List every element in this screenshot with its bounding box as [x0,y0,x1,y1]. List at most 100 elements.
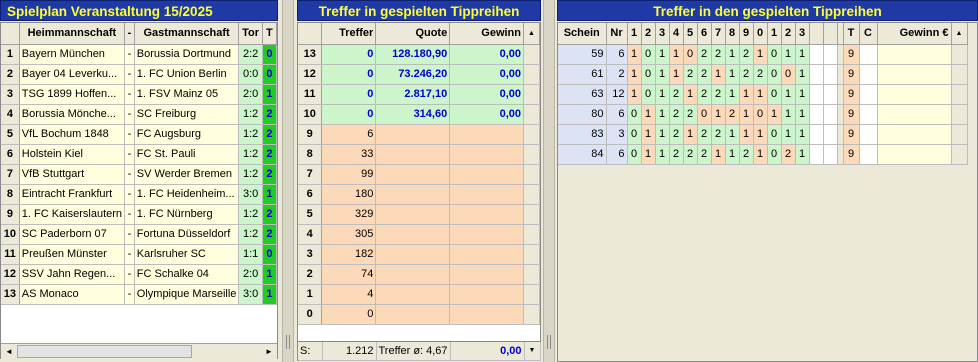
table-row[interactable]: 1 Bayern München - Borussia Dortmund 2:2 0 [1,44,277,65]
header-tip[interactable]: T [262,23,277,45]
table-row[interactable]: 80 6 0 1 1 2 2 0 1 2 1 0 1 1 1 9 [558,104,968,125]
scroll-up-icon[interactable]: ▲ [951,23,968,45]
table-row[interactable]: 7 99 [298,164,540,185]
vertical-scrollbar-track[interactable] [523,264,540,285]
header-nr[interactable]: Nr [606,23,628,45]
vertical-scrollbar-track[interactable] [523,84,540,105]
vertical-scrollbar-track[interactable] [523,64,540,85]
vertical-scrollbar-track[interactable] [523,184,540,205]
c-cell [859,104,878,125]
vertical-scrollbar-track[interactable] [523,284,540,305]
tip-cell: 0 [767,64,782,85]
table-row[interactable]: 3 182 [298,244,540,265]
table-row[interactable]: 6 Holstein Kiel - FC St. Pauli 1:2 2 [1,144,277,165]
home-team: 1. FC Kaiserslautern [19,204,126,225]
table-row[interactable]: 4 Borussia Mönche... - SC Freiburg 1:2 2 [1,104,277,125]
table-row[interactable]: 00 [298,304,540,325]
table-row[interactable]: 13 0 128.180,90 0,00 [298,44,540,65]
tip-cell: 1 [767,104,782,125]
total-hits: 9 [843,44,860,65]
vertical-scrollbar-track[interactable] [523,204,540,225]
scroll-up-icon[interactable]: ▲ [523,23,540,45]
table-row[interactable]: 3 TSG 1899 Hoffen... -1. FSV Mainz 05 2:0 1 [1,84,277,105]
table-row[interactable]: 8 33 [298,144,540,165]
gewinn-value [449,184,524,205]
scroll-left-icon[interactable]: ◄ [1,344,17,359]
table-row[interactable]: 10 SC Paderborn 07- Fortuna Düsseldorf 1:2 2 [1,224,277,245]
header-home[interactable]: Heimmannschaft [19,23,126,45]
table-row[interactable]: 5 VfL Bochum 1848- FC Augsburg 1:2 2 [1,124,277,145]
quote-value [375,124,451,145]
table-row[interactable]: 63 12 1 0 1 2 1 2 2 1 1 1 0 1 1 9 [558,84,968,105]
empty-cell [823,84,838,105]
table-row[interactable]: 13 AS Monaco - Olympique Marseille 3:0 1 [1,284,277,305]
table-row[interactable]: 7 VfB Stuttgart - SV Werder Bremen 1:2 2 [1,164,277,185]
table-row[interactable]: 2 74 [298,264,540,285]
spielplan-table: Heimmannschaft - Gastmannschaft Tor T 1B… [1,23,277,305]
away-team: 1. FC Nürnberg [134,204,240,225]
table-row[interactable]: 12 SSV Jahn Regen... - FC Schalke 04 2:0 1 [1,264,277,285]
quote-value: 73.246,20 [375,64,451,85]
vertical-scrollbar-track[interactable] [523,144,540,165]
tip-cell: 1 [753,124,768,145]
table-row[interactable]: 6 180 [298,184,540,205]
tip-cell: 1 [655,144,670,165]
table-row[interactable]: 14 [298,284,540,305]
table-row[interactable]: 59 6 1 0 1 1 0 2 2 1 2 1 0 1 1 9 [558,44,968,65]
quote-value [375,144,451,165]
table-row[interactable]: 9 1. FC Kaiserslautern -1. FC Nürnberg 1:2 2 [1,204,277,225]
rank-number: 6 [298,184,323,205]
table-row[interactable]: 2 Bayer 04 Leverku... -1. FC Union Berlin 0… [1,64,277,85]
vertical-scrollbar-track[interactable] [951,64,968,85]
vertical-scrollbar-track[interactable] [523,244,540,265]
vertical-scrollbar-track[interactable] [523,304,540,325]
splitter-left[interactable] [282,0,294,362]
vertical-scrollbar-track[interactable] [523,44,540,65]
table-row[interactable]: 4 305 [298,224,540,245]
tip-cell: 1 [725,124,740,145]
match-tip: 2 [262,164,277,185]
treffer-count: 0 [321,304,377,325]
header-c[interactable]: C [859,23,878,45]
vertical-scrollbar-track[interactable] [951,144,968,165]
match-tip: 2 [262,144,277,165]
table-row[interactable]: 5 329 [298,204,540,225]
table-row[interactable]: 10 0 314,60 0,00 [298,104,540,125]
tip-cell: 2 [683,104,698,125]
splitter-right[interactable] [543,0,555,362]
vertical-scrollbar-track[interactable] [523,224,540,245]
header-gewinn[interactable]: Gewinn [449,23,524,45]
table-row[interactable]: 96 [298,124,540,145]
treffer-count: 329 [321,204,377,225]
tip-cell: 2 [739,144,754,165]
header-t[interactable]: T [843,23,860,45]
header-schein[interactable]: Schein [558,23,607,45]
header-rank [298,23,323,45]
scroll-right-icon[interactable]: ► [261,344,277,359]
scroll-down-icon[interactable]: ▼ [524,342,541,361]
vertical-scrollbar-track[interactable] [523,104,540,125]
dash-separator: - [124,64,135,85]
scrollbar-thumb[interactable] [17,345,192,358]
table-row[interactable]: 11 Preußen Münster - Karlsruher SC 1:1 0 [1,244,277,265]
header-gewinn[interactable]: Gewinn € [877,23,952,45]
table-row[interactable]: 61 2 1 0 1 1 2 2 1 1 2 2 0 0 1 9 [558,64,968,85]
vertical-scrollbar-track[interactable] [523,164,540,185]
table-row[interactable]: 12 0 73.246,20 0,00 [298,64,540,85]
vertical-scrollbar-track[interactable] [951,44,968,65]
vertical-scrollbar-track[interactable] [951,84,968,105]
vertical-scrollbar-track[interactable] [951,104,968,125]
header-treffer[interactable]: Treffer [321,23,377,45]
vertical-scrollbar-track[interactable] [951,124,968,145]
table-row[interactable]: 84 6 0 1 1 2 2 2 1 1 2 1 0 2 1 9 [558,144,968,165]
header-away[interactable]: Gastmannschaft [134,23,240,45]
home-team: SC Paderborn 07 [19,224,126,245]
vertical-scrollbar-track[interactable] [523,124,540,145]
table-row[interactable]: 11 0 2.817,10 0,00 [298,84,540,105]
match-tip: 1 [262,84,277,105]
header-score[interactable]: Tor [238,23,263,45]
table-row[interactable]: 83 3 0 1 1 2 1 2 2 1 1 1 0 1 1 9 [558,124,968,145]
header-quote[interactable]: Quote [375,23,451,45]
spielplan-horizontal-scrollbar[interactable]: ◄ ► [1,343,277,359]
table-row[interactable]: 8 Eintracht Frankfurt -1. FC Heidenheim...… [1,184,277,205]
